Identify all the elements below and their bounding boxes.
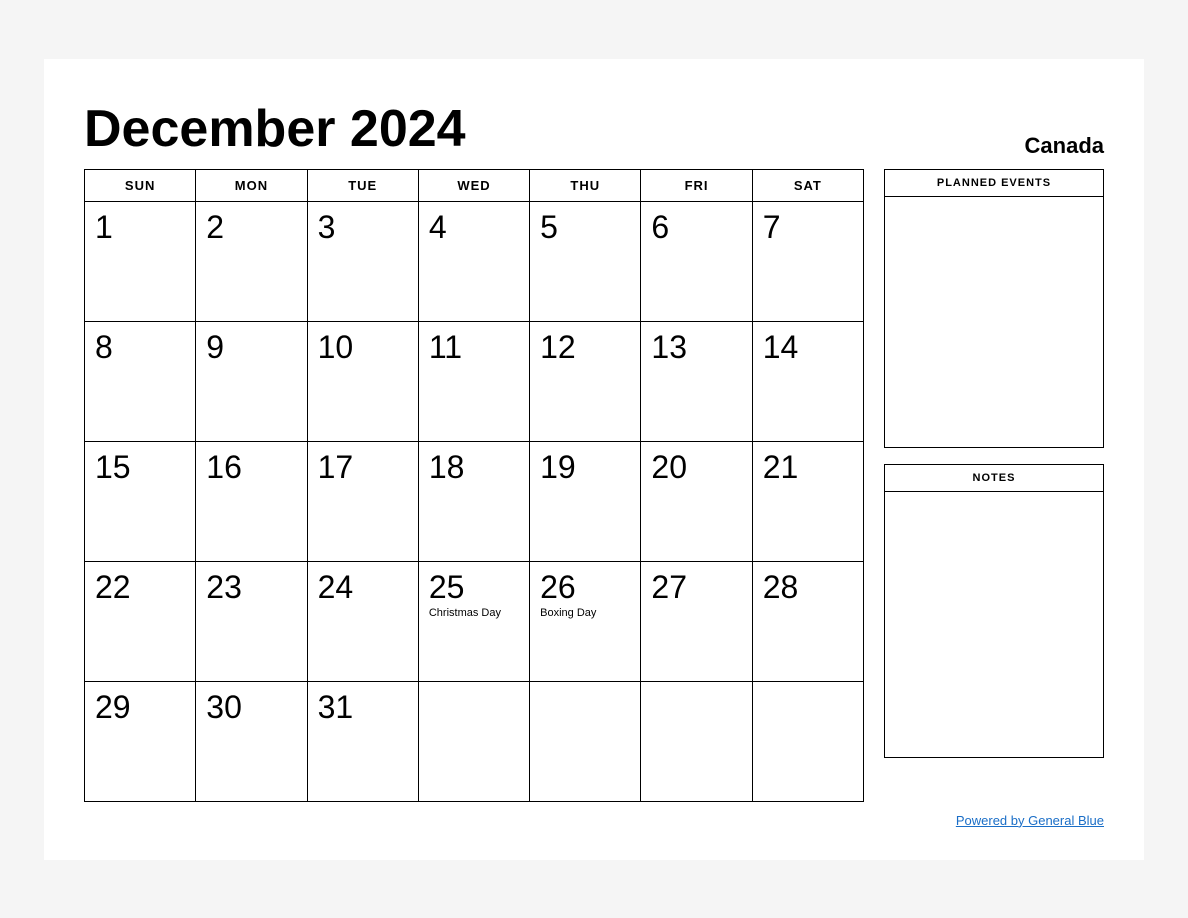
day-number: 26 <box>540 570 630 605</box>
notes-body <box>885 492 1103 757</box>
table-row: 9 <box>196 321 307 441</box>
table-row: 31 <box>307 681 418 801</box>
table-row: 26 Boxing Day <box>530 561 641 681</box>
day-number: 18 <box>429 450 519 485</box>
day-number: 8 <box>95 330 185 365</box>
table-row: 29 <box>85 681 196 801</box>
table-row: 4 <box>418 201 529 321</box>
planned-events-body <box>885 197 1103 447</box>
day-number: 4 <box>429 210 519 245</box>
day-number: 9 <box>206 330 296 365</box>
day-number: 29 <box>95 690 185 725</box>
table-row: 8 <box>85 321 196 441</box>
col-tue: TUE <box>307 169 418 201</box>
footer: Powered by General Blue <box>84 812 1104 830</box>
header: December 2024 Canada <box>84 99 1104 159</box>
day-number: 21 <box>763 450 853 485</box>
day-number: 2 <box>206 210 296 245</box>
col-wed: WED <box>418 169 529 201</box>
table-row: 2 <box>196 201 307 321</box>
month-title: December 2024 <box>84 99 466 159</box>
table-row: 24 <box>307 561 418 681</box>
table-row: 28 <box>752 561 863 681</box>
day-number: 27 <box>651 570 741 605</box>
day-number: 13 <box>651 330 741 365</box>
day-number: 5 <box>540 210 630 245</box>
country-label: Canada <box>1025 133 1104 159</box>
holiday-label: Christmas Day <box>429 607 519 620</box>
day-number: 30 <box>206 690 296 725</box>
main-content: SUN MON TUE WED THU FRI SAT 123456789101… <box>84 169 1104 802</box>
table-row: 18 <box>418 441 529 561</box>
table-row: 20 <box>641 441 752 561</box>
calendar-section: SUN MON TUE WED THU FRI SAT 123456789101… <box>84 169 864 802</box>
day-number: 28 <box>763 570 853 605</box>
table-row: 15 <box>85 441 196 561</box>
day-number: 15 <box>95 450 185 485</box>
day-number: 3 <box>318 210 408 245</box>
notes-box: NOTES <box>884 464 1104 758</box>
page: December 2024 Canada SUN MON TUE WED THU… <box>44 59 1144 860</box>
day-number: 14 <box>763 330 853 365</box>
col-mon: MON <box>196 169 307 201</box>
day-number: 19 <box>540 450 630 485</box>
day-number: 7 <box>763 210 853 245</box>
table-row: 21 <box>752 441 863 561</box>
calendar-grid: SUN MON TUE WED THU FRI SAT 123456789101… <box>84 169 864 802</box>
table-row: 16 <box>196 441 307 561</box>
table-row: 3 <box>307 201 418 321</box>
day-number: 11 <box>429 330 519 365</box>
day-number: 24 <box>318 570 408 605</box>
table-row: 7 <box>752 201 863 321</box>
table-row <box>752 681 863 801</box>
table-row: 30 <box>196 681 307 801</box>
calendar-header: SUN MON TUE WED THU FRI SAT <box>85 169 864 201</box>
table-row: 13 <box>641 321 752 441</box>
day-number: 22 <box>95 570 185 605</box>
table-row: 27 <box>641 561 752 681</box>
planned-events-box: PLANNED EVENTS <box>884 169 1104 448</box>
day-number: 12 <box>540 330 630 365</box>
day-number: 20 <box>651 450 741 485</box>
table-row: 23 <box>196 561 307 681</box>
day-number: 1 <box>95 210 185 245</box>
day-number: 17 <box>318 450 408 485</box>
table-row: 22 <box>85 561 196 681</box>
table-row <box>530 681 641 801</box>
col-fri: FRI <box>641 169 752 201</box>
table-row: 1 <box>85 201 196 321</box>
table-row <box>418 681 529 801</box>
notes-header: NOTES <box>885 465 1103 492</box>
col-thu: THU <box>530 169 641 201</box>
table-row: 14 <box>752 321 863 441</box>
table-row <box>641 681 752 801</box>
day-number: 25 <box>429 570 519 605</box>
table-row: 12 <box>530 321 641 441</box>
calendar-body: 1234567891011121314151617181920212223242… <box>85 201 864 801</box>
table-row: 19 <box>530 441 641 561</box>
table-row: 6 <box>641 201 752 321</box>
table-row: 11 <box>418 321 529 441</box>
col-sun: SUN <box>85 169 196 201</box>
sidebar: PLANNED EVENTS NOTES <box>884 169 1104 802</box>
table-row: 25 Christmas Day <box>418 561 529 681</box>
holiday-label: Boxing Day <box>540 607 630 620</box>
powered-by-link[interactable]: Powered by General Blue <box>956 813 1104 828</box>
col-sat: SAT <box>752 169 863 201</box>
planned-events-header: PLANNED EVENTS <box>885 170 1103 197</box>
table-row: 10 <box>307 321 418 441</box>
table-row: 5 <box>530 201 641 321</box>
day-number: 23 <box>206 570 296 605</box>
day-number: 10 <box>318 330 408 365</box>
day-number: 31 <box>318 690 408 725</box>
day-number: 16 <box>206 450 296 485</box>
table-row: 17 <box>307 441 418 561</box>
day-number: 6 <box>651 210 741 245</box>
